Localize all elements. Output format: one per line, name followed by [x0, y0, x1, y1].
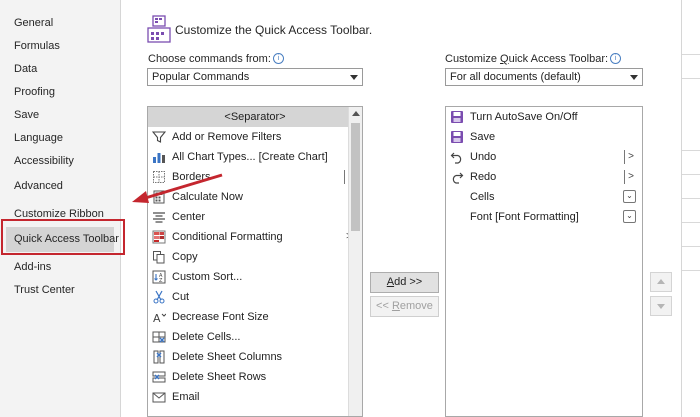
options-sidebar: General Formulas Data Proofing Save Lang… — [0, 0, 121, 417]
choose-commands-label: Choose commands from: i — [148, 53, 284, 65]
sidebar-item-language[interactable]: Language — [14, 132, 63, 144]
list-item[interactable]: Cut — [148, 287, 362, 307]
list-item[interactable]: Undo > — [446, 147, 642, 167]
chevron-down-icon — [350, 75, 358, 80]
svg-text:Z: Z — [159, 278, 163, 284]
annotation-highlight-box — [1, 219, 125, 255]
list-item[interactable]: Save — [446, 127, 642, 147]
sidebar-item-advanced[interactable]: Advanced — [14, 180, 63, 192]
arrow-down-icon — [657, 304, 665, 309]
scroll-up-icon[interactable] — [352, 111, 360, 116]
list-item[interactable]: Add or Remove Filters — [148, 127, 362, 147]
list-item[interactable]: Redo > — [446, 167, 642, 187]
list-item[interactable]: Copy — [148, 247, 362, 267]
gridline — [682, 198, 700, 199]
undo-icon — [450, 152, 462, 164]
list-item[interactable]: Turn AutoSave On/Off — [446, 107, 642, 127]
chevron-right-icon: > — [624, 170, 634, 184]
move-up-button[interactable] — [650, 272, 672, 292]
remove-button[interactable]: << Remove — [370, 296, 439, 317]
gridline — [682, 270, 700, 271]
gridline — [682, 246, 700, 247]
decrease-font-icon: A — [153, 312, 166, 324]
annotation-arrow-icon — [132, 173, 223, 203]
arrow-up-icon — [657, 279, 665, 284]
email-icon — [152, 392, 166, 403]
move-down-button[interactable] — [650, 296, 672, 316]
commands-scrollbar[interactable] — [348, 107, 362, 416]
sidebar-item-data[interactable]: Data — [14, 63, 37, 75]
list-item[interactable]: Delete Sheet Columns — [148, 347, 362, 367]
gridline — [682, 150, 700, 151]
qat-scope-dropdown[interactable]: For all documents (default) — [445, 68, 643, 86]
sidebar-item-general[interactable]: General — [14, 17, 53, 29]
commands-listbox[interactable]: <Separator> Add or Remove Filters All Ch… — [147, 106, 363, 417]
autosave-icon — [451, 111, 463, 123]
delete-cells-icon — [152, 331, 166, 343]
chevron-down-icon: ⌄ — [623, 190, 636, 203]
redo-icon — [452, 172, 464, 184]
choose-commands-value: Popular Commands — [152, 71, 250, 83]
page-title: Customize the Quick Access Toolbar. — [175, 23, 373, 37]
list-item[interactable]: Cells ⌄ — [446, 187, 642, 207]
chevron-right-icon: > — [624, 150, 634, 164]
background-worksheet — [681, 0, 700, 417]
sidebar-item-formulas[interactable]: Formulas — [14, 40, 60, 52]
sort-icon: AZ — [152, 270, 166, 284]
qat-scope-value: For all documents (default) — [450, 71, 581, 83]
qat-listbox[interactable]: Turn AutoSave On/Off Save Undo > Redo > … — [445, 106, 643, 417]
choose-commands-dropdown[interactable]: Popular Commands — [147, 68, 363, 86]
sidebar-item-accessibility[interactable]: Accessibility — [14, 155, 74, 167]
save-icon — [451, 131, 463, 143]
list-item[interactable]: Delete Sheet Rows — [148, 367, 362, 387]
list-item[interactable]: Conditional Formatting > — [148, 227, 362, 247]
copy-icon — [153, 251, 165, 264]
add-button[interactable]: Add >> — [370, 272, 439, 293]
list-item[interactable]: <Separator> — [148, 107, 362, 127]
filter-icon — [152, 131, 166, 143]
sidebar-item-proofing[interactable]: Proofing — [14, 86, 55, 98]
svg-text:A: A — [153, 312, 161, 324]
center-align-icon — [153, 212, 165, 223]
gridline — [682, 174, 700, 175]
scroll-thumb[interactable] — [351, 123, 360, 231]
scissors-icon — [153, 290, 165, 304]
conditional-formatting-icon — [152, 230, 166, 244]
sidebar-item-save[interactable]: Save — [14, 109, 39, 121]
gridline — [682, 54, 700, 55]
sidebar-item-trust-center[interactable]: Trust Center — [14, 284, 75, 296]
chart-icon — [153, 153, 165, 163]
info-icon[interactable]: i — [272, 53, 284, 64]
list-item[interactable]: AZ Custom Sort... — [148, 267, 362, 287]
gridline — [682, 78, 700, 79]
sidebar-item-add-ins[interactable]: Add-ins — [14, 261, 51, 273]
chevron-down-icon: ⌄ — [623, 210, 636, 223]
customize-qat-label: Customize Quick Access Toolbar: i — [445, 53, 622, 65]
delete-columns-icon — [153, 350, 165, 364]
list-item[interactable]: Delete Cells... — [148, 327, 362, 347]
list-item[interactable]: Email — [148, 387, 362, 407]
info-icon[interactable]: i — [610, 53, 622, 64]
customize-toolbar-icon — [147, 15, 171, 43]
delete-rows-icon — [152, 371, 166, 383]
chevron-down-icon — [630, 75, 638, 80]
list-item[interactable]: A Decrease Font Size — [148, 307, 362, 327]
gridline — [682, 222, 700, 223]
list-item[interactable]: Font [Font Formatting] ⌄ — [446, 207, 642, 227]
list-item[interactable]: All Chart Types... [Create Chart] — [148, 147, 362, 167]
